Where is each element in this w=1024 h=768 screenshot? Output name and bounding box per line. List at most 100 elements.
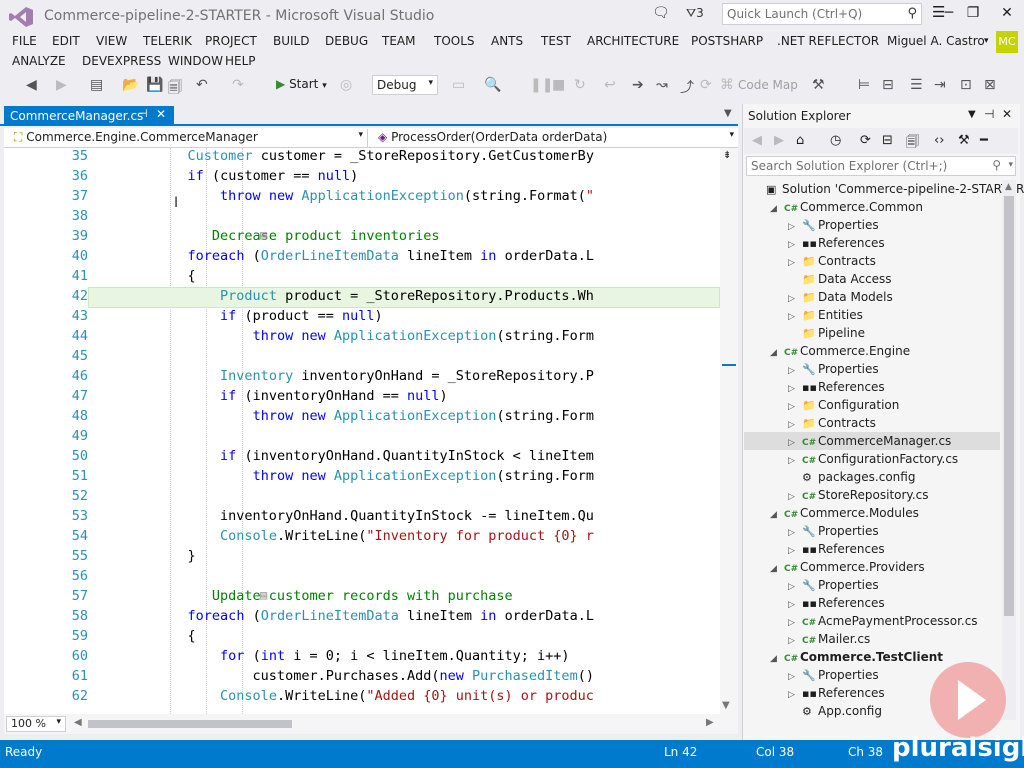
close-window-button[interactable]: ✕ <box>996 5 1018 27</box>
expanded-chevron-icon[interactable]: ◢ <box>770 506 784 524</box>
tree-item[interactable]: ▷ C# StoreRepository.cs <box>788 486 928 504</box>
tree-item[interactable]: ◢ C# Commerce.Common <box>770 198 923 216</box>
find-icon[interactable]: 🔍 <box>484 77 501 93</box>
menu-netreflector[interactable]: .NET REFLECTOR <box>777 34 879 48</box>
tree-item[interactable]: ▷ ▪▪References <box>788 540 885 558</box>
panel-options-chevron-down-icon[interactable]: ▼ <box>968 109 976 120</box>
redo-icon[interactable]: ↷ <box>232 77 244 93</box>
user-menu-chevron-icon[interactable]: ▾ <box>984 36 989 46</box>
code-map-button[interactable]: Code Map <box>738 78 798 92</box>
tree-item[interactable]: ▷ C# CommerceManager.cs <box>788 432 951 450</box>
tree-item[interactable]: ▷ C# ConfigurationFactory.cs <box>788 450 958 468</box>
scroll-left-icon[interactable]: ◀ <box>74 717 82 728</box>
split-icon[interactable]: ⇟ <box>723 150 731 161</box>
scroll-up-icon[interactable]: ▲ <box>1005 182 1012 192</box>
menu-view[interactable]: VIEW <box>96 34 127 48</box>
menu-telerik[interactable]: TELERIK <box>143 34 192 48</box>
editor-vertical-scrollbar[interactable]: ⇟ <box>720 148 738 714</box>
tree-item[interactable]: ◢ C# Commerce.TestClient <box>770 648 943 666</box>
user-name[interactable]: Miguel A. Castro <box>887 34 985 48</box>
properties-wrench-icon[interactable]: ⚒ <box>958 133 970 148</box>
expanded-chevron-icon[interactable]: ◢ <box>770 560 784 578</box>
tree-item[interactable]: ▷ C# Mailer.cs <box>788 630 870 648</box>
tree-item[interactable]: ▷ ▪▪References <box>788 594 885 612</box>
tree-item[interactable]: ▷ 🔧 Properties <box>788 666 879 684</box>
start-button[interactable]: ▶ Start ▾ <box>276 77 327 91</box>
save-all-icon[interactable]: 🗐 <box>168 77 182 101</box>
open-file-icon[interactable]: 📂 <box>122 77 139 93</box>
menu-architecture[interactable]: ARCHITECTURE <box>587 34 679 48</box>
show-next-statement-icon[interactable]: ↩ <box>604 77 616 93</box>
solution-explorer-scroll-thumb[interactable] <box>1004 196 1014 616</box>
step-over-icon[interactable]: ↝ <box>656 77 668 93</box>
minimize-button[interactable]: ─ <box>938 5 960 27</box>
menu-test[interactable]: TEST <box>541 34 571 48</box>
notifications-icon[interactable]: 🗨 <box>652 5 670 21</box>
tools-icon[interactable]: ⚒ <box>812 77 825 93</box>
expanded-chevron-icon[interactable]: ◢ <box>770 650 784 668</box>
menu-debug[interactable]: DEBUG <box>325 34 368 48</box>
tree-item[interactable]: ▷ 🔧 Properties <box>788 216 879 234</box>
undo-icon[interactable]: ↶ <box>196 77 208 93</box>
collapse-all-icon[interactable]: ⊟ <box>882 133 893 148</box>
show-all-files-icon[interactable]: 🗐 <box>906 133 919 155</box>
code-map-icon[interactable]: ⌘ <box>720 77 734 93</box>
scroll-right-icon[interactable]: ▶ <box>706 717 714 728</box>
step-out-icon[interactable]: ⤴ <box>680 77 694 97</box>
avatar[interactable]: MC <box>996 31 1018 53</box>
uncomment-icon[interactable]: ⊠ <box>984 77 996 93</box>
save-icon[interactable]: 💾 <box>146 77 163 93</box>
tree-item[interactable]: ▷ 🔧 Properties <box>788 576 879 594</box>
tree-item[interactable]: ◢ C# Commerce.Providers <box>770 558 925 576</box>
menu-project[interactable]: PROJECT <box>205 34 257 48</box>
back-icon[interactable]: ◀ <box>752 133 762 148</box>
refresh-icon[interactable]: ⟳ <box>700 77 712 93</box>
comment-icon[interactable]: ⊡ <box>960 77 972 93</box>
solution-search-input[interactable]: Search Solution Explorer (Ctrl+;) ⚲ ▾ <box>746 156 1016 176</box>
platform-icon[interactable]: ▭ <box>452 77 465 93</box>
close-icon[interactable]: ✕ <box>156 107 166 121</box>
pin-icon[interactable]: ⊣ <box>984 107 994 121</box>
step-into-icon[interactable]: ➔ <box>632 77 644 93</box>
forward-icon[interactable]: ▶ <box>774 133 784 148</box>
code-editor[interactable]: 35 36 37 38 39 40 41 42 43 44 45 46 47 48 49 50 51 52 53 54… <box>4 148 738 714</box>
tree-item[interactable]: ⚙ App.config <box>788 702 882 720</box>
refresh-icon[interactable]: ⟳ <box>860 133 871 148</box>
menu-file[interactable]: FILE <box>12 34 37 48</box>
tab-commerce-manager[interactable]: CommerceManager.cs <box>4 106 174 126</box>
menu-build[interactable]: BUILD <box>273 34 309 48</box>
scroll-down-icon[interactable]: ▼ <box>722 700 730 711</box>
tree-item[interactable]: ▷ 📁 Configuration <box>788 396 899 414</box>
attach-icon[interactable]: ◎ <box>340 77 352 93</box>
horizontal-scroll-thumb[interactable] <box>88 720 292 728</box>
tree-item[interactable]: ◢ C# Commerce.Modules <box>770 504 919 522</box>
tree-item[interactable]: ▷ 🔧 Properties <box>788 360 879 378</box>
tree-item[interactable]: ▷ C# AcmePaymentProcessor.cs <box>788 612 978 630</box>
member-dropdown[interactable]: ◈ ProcessOrder(OrderData orderData) ▾ <box>372 129 738 147</box>
tree-item[interactable]: ⚙ packages.config <box>788 468 915 486</box>
expanded-chevron-icon[interactable]: ◢ <box>770 344 784 362</box>
preview-icon[interactable]: ━ <box>980 133 988 148</box>
menu-postsharp[interactable]: POSTSHARP <box>691 34 763 48</box>
chevron-down-icon[interactable]: ▾ <box>1008 160 1013 170</box>
forward-icon[interactable]: ▶ <box>56 77 67 93</box>
view-code-icon[interactable]: ‹› <box>934 133 944 148</box>
tree-item[interactable]: ▷ 📁 Data Models <box>788 288 893 306</box>
indent-icon[interactable]: ⇥ <box>934 77 946 93</box>
expanded-chevron-icon[interactable]: ◢ <box>770 200 784 218</box>
menu-ants[interactable]: ANTS <box>491 34 523 48</box>
quick-launch-input[interactable]: Quick Launch (Ctrl+Q) ⚲ <box>722 3 922 25</box>
align-icon[interactable]: ☰ <box>910 77 923 93</box>
feedback-flag[interactable]: ⛛3 <box>686 6 704 21</box>
zoom-select[interactable]: 100 % ▾ <box>6 716 66 732</box>
tree-item[interactable]: ▷ 📁 Contracts <box>788 414 876 432</box>
tree-item[interactable]: ▷ ▪▪References <box>788 234 885 252</box>
menu-tools[interactable]: TOOLS <box>434 34 475 48</box>
tree-item[interactable]: ▣ Solution 'Commerce-pipeline-2-STARTER' <box>752 180 1024 198</box>
bookmark-icon[interactable]: ⊨ <box>858 77 870 93</box>
new-project-icon[interactable]: ▤ <box>90 77 103 93</box>
menu-help[interactable]: HELP <box>225 54 256 68</box>
tree-item[interactable]: ▷ 🔧 Properties <box>788 522 879 540</box>
menu-edit[interactable]: EDIT <box>52 34 80 48</box>
tree-item[interactable]: 📁 Data Access <box>788 270 892 288</box>
